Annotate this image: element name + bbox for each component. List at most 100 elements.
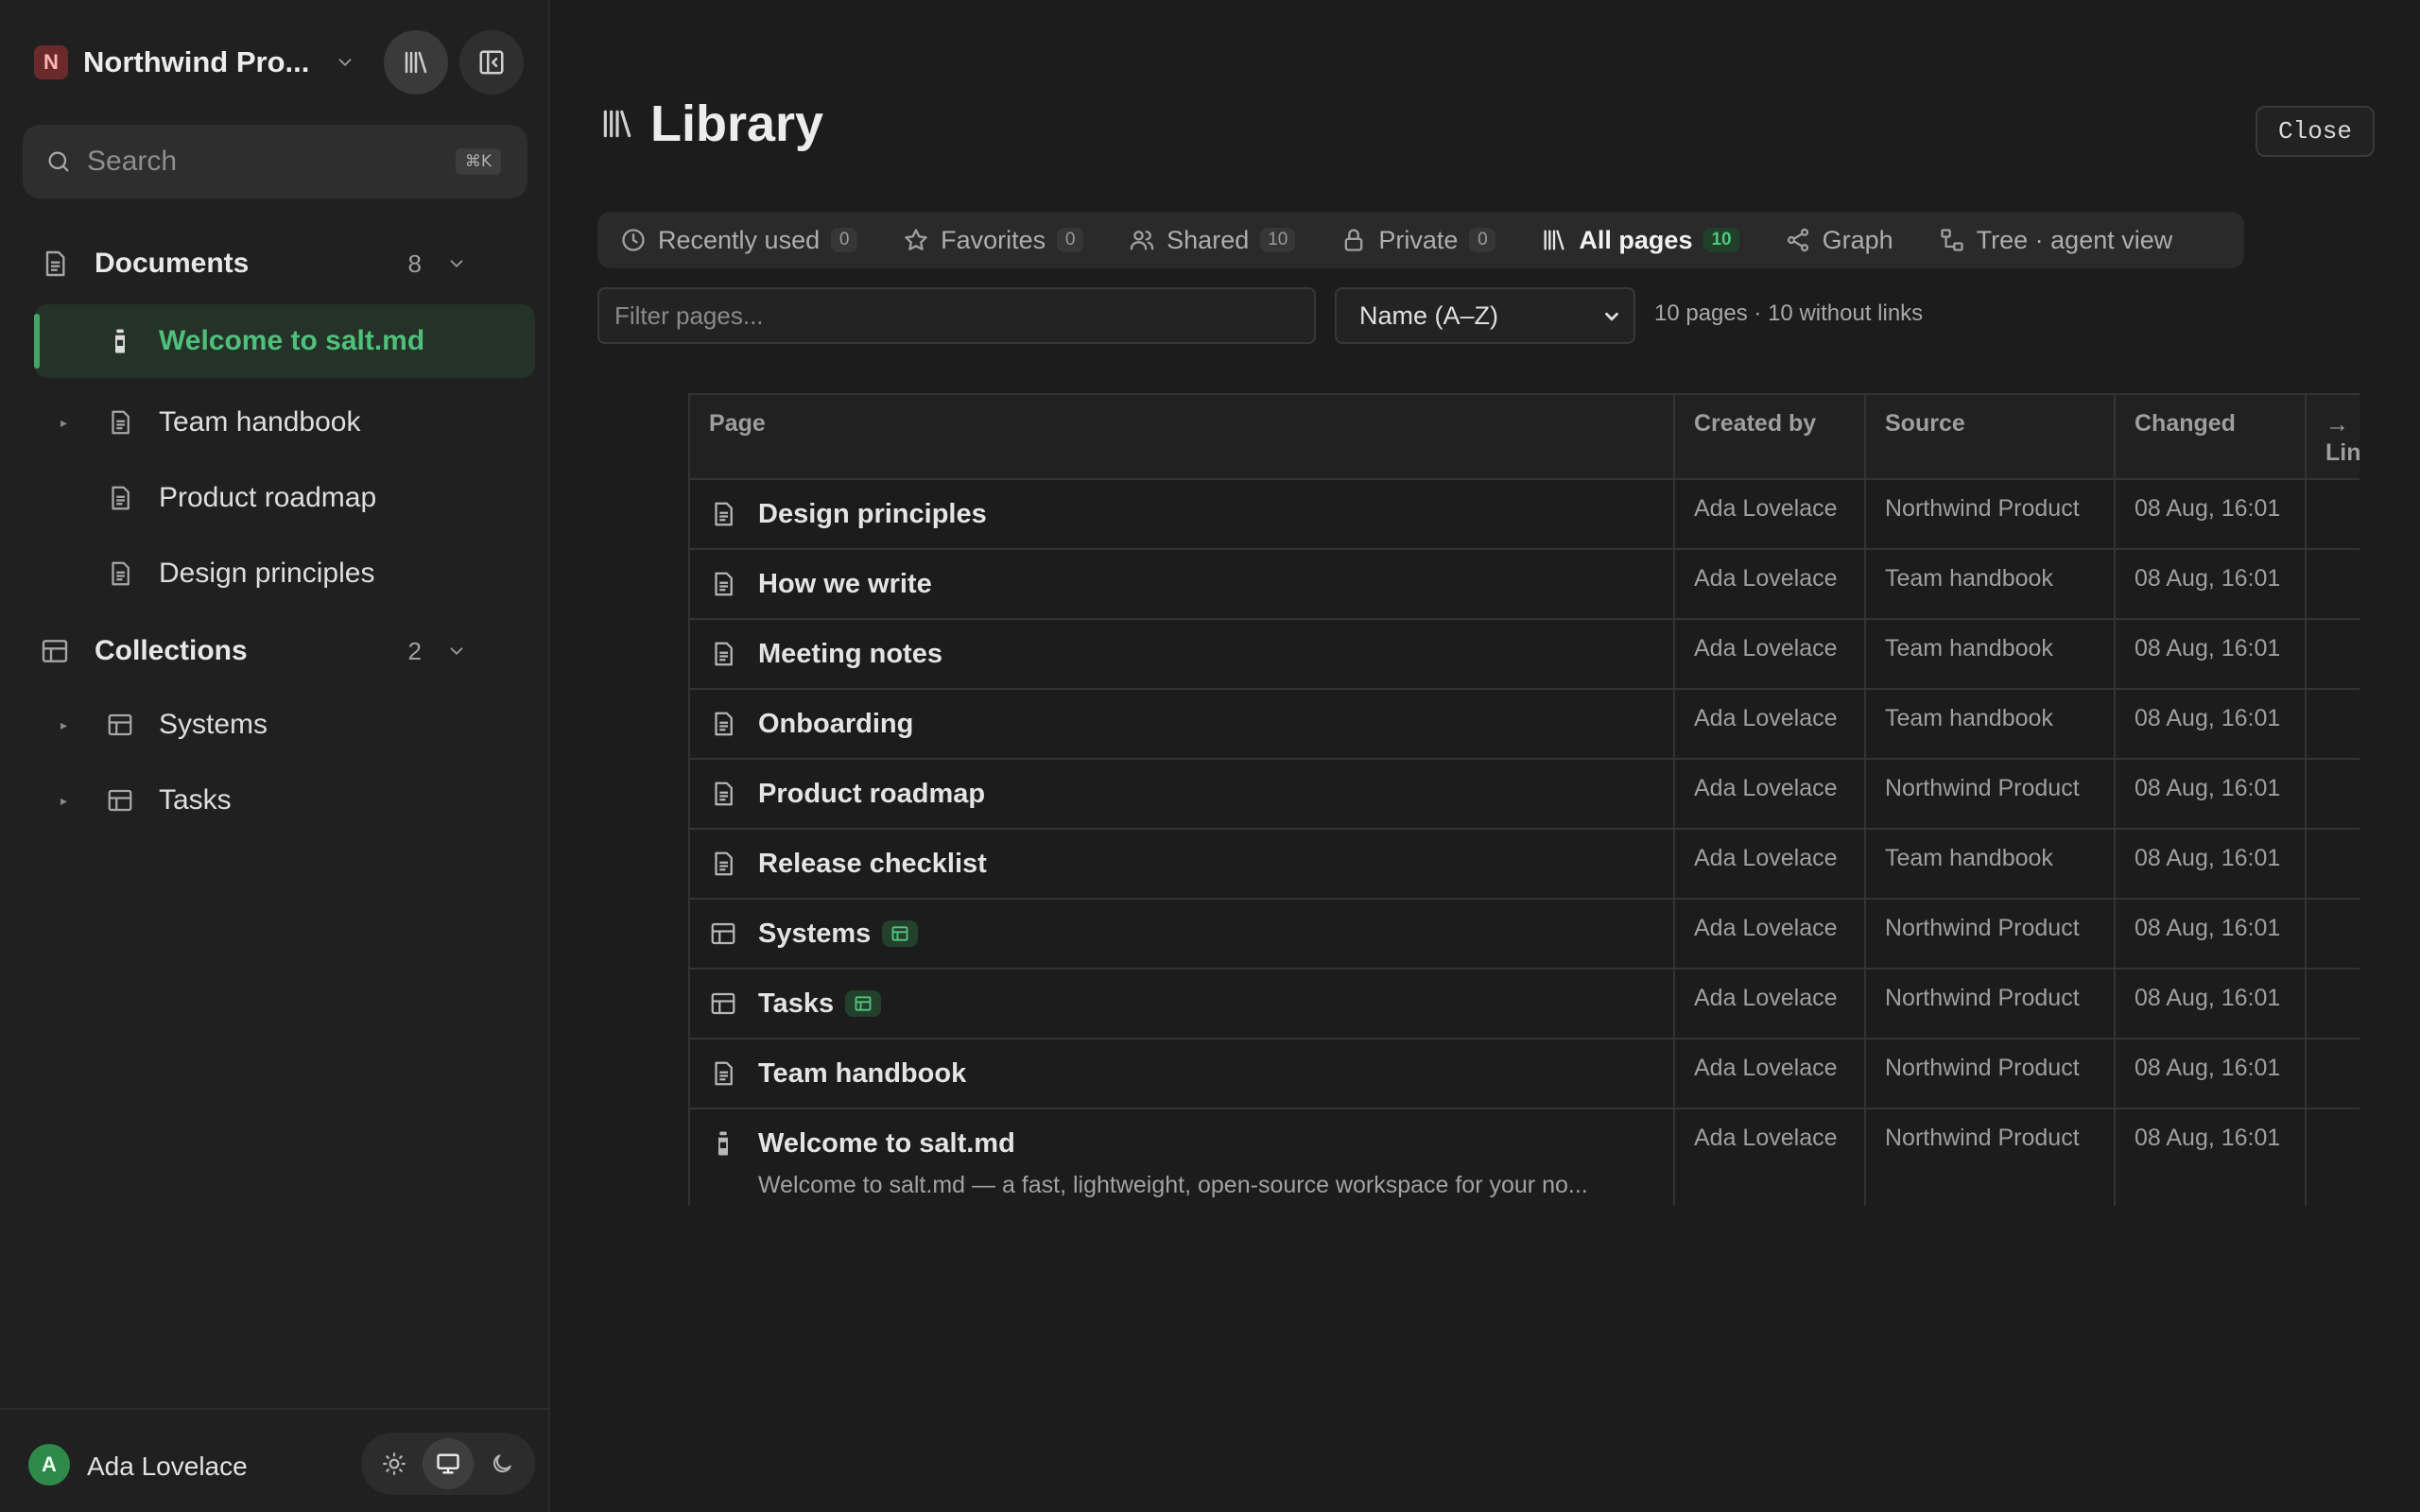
- table-row[interactable]: Meeting notes Ada Lovelace Team handbook…: [688, 618, 2360, 690]
- column-header-page[interactable]: Page: [688, 393, 1675, 480]
- document-icon: [709, 570, 737, 598]
- table-row[interactable]: How we write Ada Lovelace Team handbook …: [688, 548, 2360, 620]
- tab-label: All pages: [1579, 225, 1693, 254]
- tree-icon: [1939, 227, 1965, 253]
- system-theme-button[interactable]: [422, 1438, 474, 1489]
- column-header-links[interactable]: → Links: [2305, 393, 2360, 480]
- page-name[interactable]: Design principles: [758, 499, 987, 530]
- avatar[interactable]: A: [28, 1444, 70, 1486]
- collections-section-header[interactable]: Collections 2: [40, 627, 484, 675]
- table-icon: [709, 989, 737, 1018]
- links-arrow: →: [2325, 411, 2349, 438]
- tab-all-pages[interactable]: All pages 10: [1541, 212, 1739, 268]
- tab-recently-used[interactable]: Recently used 0: [620, 212, 858, 268]
- search-input[interactable]: Search ⌘K: [23, 125, 527, 198]
- sidebar-item-design-principles[interactable]: Design principles: [34, 537, 535, 610]
- moon-icon: [493, 1454, 512, 1473]
- document-icon: [106, 559, 134, 588]
- light-theme-button[interactable]: [369, 1438, 420, 1489]
- page-name[interactable]: Tasks: [758, 988, 834, 1020]
- document-icon: [709, 850, 737, 878]
- documents-label: Documents: [95, 248, 250, 279]
- page-name[interactable]: How we write: [758, 569, 932, 600]
- table-row[interactable]: Tasks Ada Lovelace Northwind Product 08 …: [688, 968, 2360, 1040]
- page-name[interactable]: Meeting notes: [758, 639, 942, 670]
- table-row[interactable]: Release checklist Ada Lovelace Team hand…: [688, 828, 2360, 900]
- workspace-avatar: N: [34, 45, 68, 79]
- tab-count: 10: [1703, 228, 1739, 252]
- lock-icon: [1340, 227, 1367, 253]
- tab-tree-agent-view[interactable]: Tree · agent view: [1939, 212, 2172, 268]
- tab-favorites[interactable]: Favorites 0: [903, 212, 1084, 268]
- sidebar-item-tasks[interactable]: ▸ Tasks: [34, 764, 535, 837]
- collapse-sidebar-button[interactable]: [459, 30, 524, 94]
- column-header-created-by[interactable]: Created by: [1673, 393, 1866, 480]
- table-icon: [106, 786, 134, 815]
- page-name[interactable]: Welcome to salt.md: [758, 1128, 1015, 1160]
- table-row[interactable]: Systems Ada Lovelace Northwind Product 0…: [688, 898, 2360, 970]
- tab-count: 0: [1469, 228, 1496, 252]
- sidebar-item-label: Tasks: [159, 784, 232, 816]
- column-header-source[interactable]: Source: [1864, 393, 2116, 480]
- tab-label: Shared: [1167, 225, 1250, 254]
- workspace-name: Northwind Pro...: [83, 45, 310, 78]
- sidebar-item-team-handbook[interactable]: ▸ Team handbook: [34, 386, 535, 459]
- document-icon: [709, 640, 737, 668]
- tab-shared[interactable]: Shared 10: [1129, 212, 1296, 268]
- documents-section-header[interactable]: Documents 8: [40, 240, 484, 287]
- source-cell: Northwind Product: [1864, 1108, 2116, 1206]
- created-by-cell: Ada Lovelace: [1673, 548, 1866, 620]
- tab-label: Private: [1378, 225, 1459, 254]
- table-row[interactable]: Onboarding Ada Lovelace Team handbook 08…: [688, 688, 2360, 760]
- theme-switcher: [361, 1433, 535, 1495]
- sort-select[interactable]: Name (A–Z): [1335, 287, 1635, 344]
- sidebar-item-welcome[interactable]: Welcome to salt.md: [34, 304, 535, 378]
- filter-pages-input[interactable]: Filter pages...: [597, 287, 1316, 344]
- chevron-down-icon: [446, 253, 467, 274]
- collections-label: Collections: [95, 635, 248, 666]
- close-button[interactable]: Close: [2256, 106, 2375, 157]
- page-name[interactable]: Team handbook: [758, 1058, 966, 1090]
- library-button[interactable]: [384, 30, 448, 94]
- tab-label: Favorites: [941, 225, 1046, 254]
- page-name[interactable]: Release checklist: [758, 849, 987, 880]
- links-cell: [2305, 828, 2360, 900]
- user-name[interactable]: Ada Lovelace: [87, 1452, 248, 1482]
- source-cell: Team handbook: [1864, 548, 2116, 620]
- links-cell: [2305, 1108, 2360, 1206]
- library-panel: Library Close Recently used 0 Favorites …: [552, 0, 2420, 1512]
- table-row[interactable]: Design principles Ada Lovelace Northwind…: [688, 478, 2360, 550]
- table-icon: [42, 640, 68, 662]
- tab-label: Recently used: [658, 225, 821, 254]
- dark-theme-button[interactable]: [476, 1438, 527, 1489]
- document-icon: [709, 780, 737, 808]
- search-placeholder: Search: [87, 146, 178, 177]
- chevron-down-icon: [335, 52, 355, 73]
- changed-cell: 08 Aug, 16:01: [2114, 828, 2307, 900]
- expand-caret-icon[interactable]: ▸: [60, 415, 67, 431]
- page-name[interactable]: Onboarding: [758, 709, 913, 740]
- chevron-down-icon: [1601, 306, 1622, 327]
- page-name[interactable]: Product roadmap: [758, 779, 985, 810]
- tab-graph[interactable]: Graph: [1785, 212, 1893, 268]
- created-by-cell: Ada Lovelace: [1673, 828, 1866, 900]
- expand-caret-icon[interactable]: ▸: [60, 793, 67, 809]
- source-cell: Northwind Product: [1864, 1038, 2116, 1109]
- library-icon: [405, 51, 427, 74]
- links-cell: [2305, 548, 2360, 620]
- share-icon: [1785, 227, 1811, 253]
- sidebar-item-systems[interactable]: ▸ Systems: [34, 688, 535, 762]
- page-name[interactable]: Systems: [758, 919, 871, 950]
- workspace-switcher[interactable]: N Northwind Pro...: [34, 42, 355, 83]
- table-row[interactable]: Product roadmap Ada Lovelace Northwind P…: [688, 758, 2360, 830]
- document-icon: [709, 710, 737, 738]
- tab-count: 0: [831, 228, 858, 252]
- table-row[interactable]: Welcome to salt.md Welcome to salt.md — …: [688, 1108, 2360, 1206]
- tab-private[interactable]: Private 0: [1340, 212, 1496, 268]
- expand-caret-icon[interactable]: ▸: [60, 717, 67, 733]
- sidebar-item-product-roadmap[interactable]: Product roadmap: [34, 461, 535, 535]
- sun-icon: [382, 1452, 406, 1475]
- page-description: Welcome to salt.md — a fast, lightweight…: [758, 1172, 1588, 1198]
- column-header-changed[interactable]: Changed: [2114, 393, 2307, 480]
- table-row[interactable]: Team handbook Ada Lovelace Northwind Pro…: [688, 1038, 2360, 1109]
